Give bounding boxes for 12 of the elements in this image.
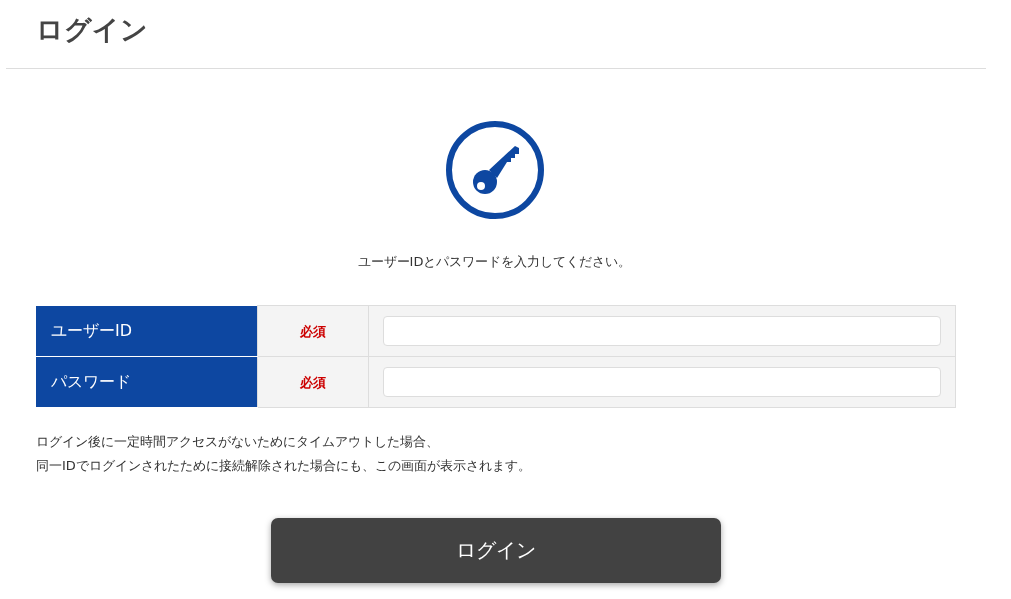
instruction-text: ユーザーIDとパスワードを入力してください。 xyxy=(356,253,633,271)
note-text: 同一IDでログインされたために接続解除された場合にも、この画面が表示されます。 xyxy=(36,457,532,475)
key-icon xyxy=(445,120,545,220)
required-label: 必須 xyxy=(300,324,326,339)
login-button[interactable]: ログイン xyxy=(270,518,721,583)
field-label: パスワード xyxy=(36,356,258,408)
note-text: ログイン後に一定時間アクセスがないためにタイムアウトした場合、 xyxy=(36,433,440,451)
field-label: ユーザーID xyxy=(36,305,258,357)
input-field[interactable] xyxy=(383,367,941,397)
required-label: 必須 xyxy=(300,375,326,390)
input-field[interactable] xyxy=(383,316,941,346)
page-title: ログイン xyxy=(36,13,148,47)
